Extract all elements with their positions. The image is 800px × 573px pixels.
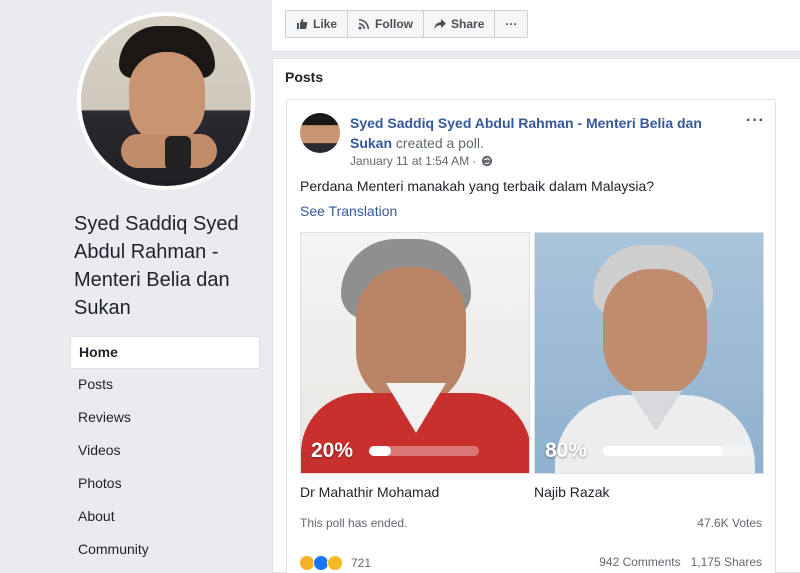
follow-button[interactable]: Follow [348, 11, 425, 37]
poll-status: This poll has ended. [300, 516, 408, 530]
like-label: Like [313, 17, 338, 31]
posts-heading: Posts [285, 69, 324, 85]
profile-picture[interactable] [77, 12, 255, 190]
post-header: Syed Saddiq Syed Abdul Rahman - Menteri … [350, 113, 740, 153]
post-more-icon[interactable]: ··· [746, 112, 765, 130]
post-timestamp[interactable]: January 11 at 1:54 AM · [350, 154, 477, 168]
reaction-count: 721 [351, 556, 372, 570]
post-meta: January 11 at 1:54 AM · [350, 154, 493, 168]
option-a-bar-track [369, 446, 479, 456]
option-b-bar-track [603, 446, 753, 456]
author-avatar[interactable] [300, 113, 340, 153]
comments-count[interactable]: 942 Comments [599, 555, 680, 569]
poll-option-mahathir[interactable]: 20% [300, 232, 530, 474]
posts-panel: Posts ··· Syed Saddiq Syed Abdul Rahman … [272, 58, 800, 573]
see-translation-link[interactable]: See Translation [300, 203, 397, 219]
nav-item-home[interactable]: Home [70, 336, 260, 369]
more-options-button[interactable]: ··· [495, 11, 527, 37]
more-dots-icon: ··· [505, 17, 518, 31]
page-action-bar: Like Follow Share ··· [272, 0, 800, 52]
share-button[interactable]: Share [424, 11, 496, 37]
reactions-summary[interactable]: 721 [299, 555, 371, 571]
share-label: Share [451, 17, 485, 31]
option-b-face [603, 269, 707, 397]
thumbs-up-icon [297, 19, 308, 29]
wow-icon [327, 555, 343, 571]
left-column: Syed Saddiq Syed Abdul Rahman - Menteri … [0, 0, 272, 573]
left-nav: Home Posts Reviews Videos Photos About C… [70, 336, 260, 567]
shares-count[interactable]: 1,175 Shares [691, 555, 762, 569]
option-a-bar-fill [369, 446, 391, 456]
nav-item-community[interactable]: Community [70, 534, 260, 567]
engagement-summary: 942 Comments 1,175 Shares [599, 555, 762, 569]
nav-item-videos[interactable]: Videos [70, 435, 260, 468]
poll-question: Perdana Menteri manakah yang terbaik dal… [300, 178, 655, 194]
poll-post: ··· Syed Saddiq Syed Abdul Rahman - Ment… [286, 99, 776, 573]
poll-votes[interactable]: 47.6K Votes [697, 516, 762, 530]
nav-item-posts[interactable]: Posts [70, 369, 260, 402]
nav-item-reviews[interactable]: Reviews [70, 402, 260, 435]
option-b-name: Najib Razak [534, 484, 610, 500]
rss-icon [358, 19, 370, 30]
option-b-bar-fill [603, 446, 723, 456]
option-b-percent: 80% [545, 439, 588, 462]
option-a-percent: 20% [311, 439, 354, 462]
follow-label: Follow [375, 17, 414, 31]
nav-item-photos[interactable]: Photos [70, 468, 260, 501]
page-name[interactable]: Syed Saddiq Syed Abdul Rahman - Menteri … [74, 210, 264, 322]
profile-watch [165, 136, 191, 170]
globe-icon [481, 155, 492, 167]
nav-item-about[interactable]: About [70, 501, 260, 534]
share-arrow-icon [434, 19, 447, 29]
poll-option-najib[interactable]: 80% [534, 232, 764, 474]
action-button-group: Like Follow Share ··· [285, 10, 529, 38]
post-action-text: created a poll. [395, 135, 484, 151]
profile-face [129, 52, 205, 144]
option-a-name: Dr Mahathir Mohamad [300, 484, 440, 500]
like-button[interactable]: Like [286, 11, 349, 37]
